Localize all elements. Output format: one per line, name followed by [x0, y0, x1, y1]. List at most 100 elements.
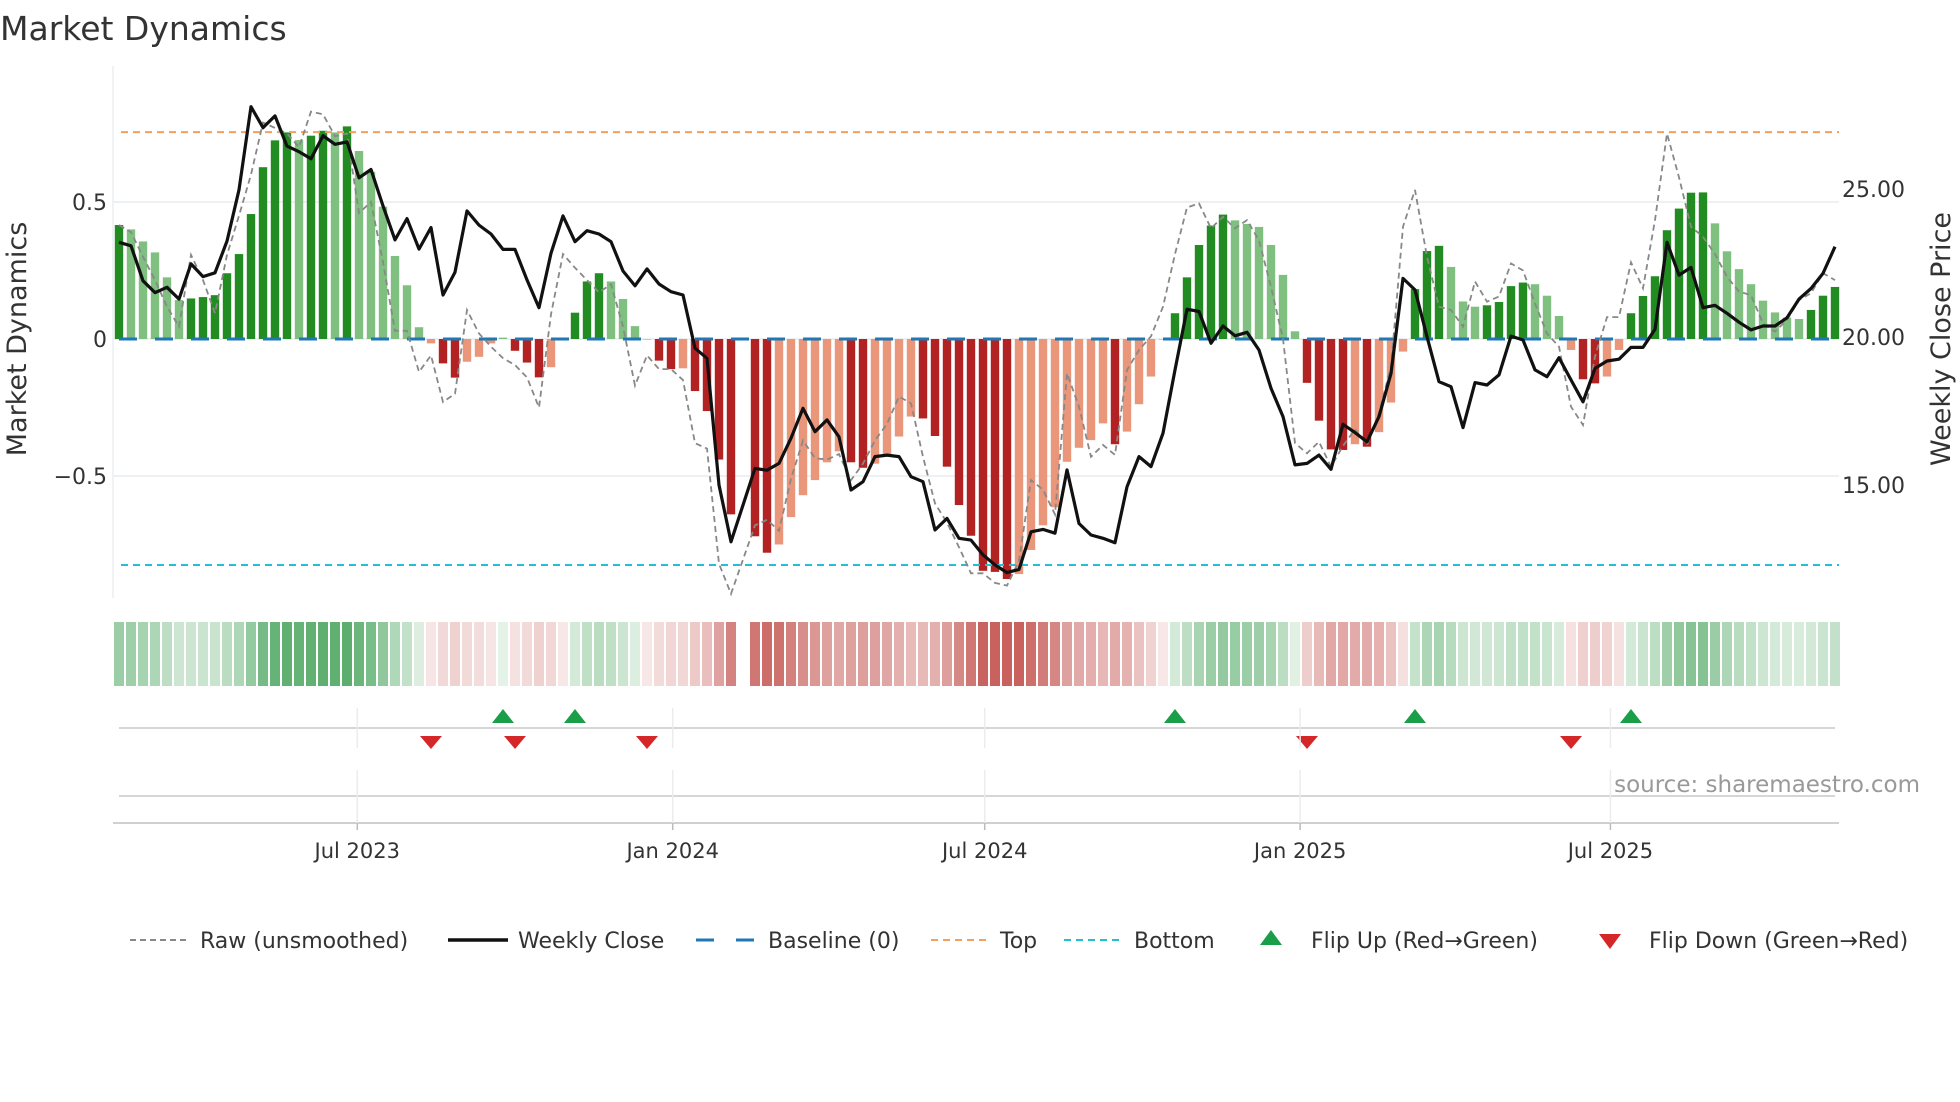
heatmap-cell: [894, 622, 904, 686]
heatmap-cell: [1254, 622, 1264, 686]
bar: [942, 339, 952, 467]
bar: [1830, 286, 1840, 339]
heatmap-cell: [1590, 622, 1600, 686]
heatmap-cell: [1398, 622, 1408, 686]
momentum-bars: [114, 126, 1840, 580]
date-tick-label: Jul 2025: [1566, 839, 1653, 863]
heatmap-cell: [342, 622, 352, 686]
heatmap-cell: [438, 622, 448, 686]
heatmap-cell: [954, 622, 964, 686]
bar: [426, 339, 436, 344]
bar: [1398, 339, 1408, 352]
heatmap-cell: [1818, 622, 1828, 686]
right-tick-label: 20.00: [1842, 326, 1905, 351]
heatmap-cell: [906, 622, 916, 686]
bar: [1074, 339, 1084, 448]
bar: [1122, 339, 1132, 432]
heatmap-cell: [606, 622, 616, 686]
bar: [306, 135, 316, 339]
heatmap-cell: [1602, 622, 1612, 686]
bar: [930, 339, 940, 436]
heatmap-cell: [1674, 622, 1684, 686]
heatmap-cell: [138, 622, 148, 686]
heatmap-cell: [1746, 622, 1756, 686]
heatmap-cell: [942, 622, 952, 686]
heatmap-cell: [1734, 622, 1744, 686]
flip-up-marker: [492, 709, 514, 723]
heatmap-cell: [1482, 622, 1492, 686]
heatmap-cell: [1158, 622, 1168, 686]
heatmap-cell: [1038, 622, 1048, 686]
bar: [1446, 266, 1456, 339]
bar: [1290, 331, 1300, 339]
bar: [966, 339, 976, 536]
heatmap-cell: [1446, 622, 1456, 686]
heatmap-cell: [1410, 622, 1420, 686]
bar: [990, 339, 1000, 572]
bar: [390, 255, 400, 339]
bar: [342, 126, 352, 339]
heatmap-cell: [1122, 622, 1132, 686]
heatmap-cell: [1614, 622, 1624, 686]
source-label: source: sharemaestro.com: [1614, 772, 1920, 798]
left-axis-label: Market Dynamics: [2, 222, 33, 457]
bar: [726, 339, 736, 515]
bar: [1458, 301, 1468, 339]
bar: [210, 295, 220, 339]
heatmap-cell: [858, 622, 868, 686]
flip-down-marker: [420, 736, 442, 749]
heatmap-cell: [1470, 622, 1480, 686]
bar: [618, 298, 628, 339]
heatmap-cell: [174, 622, 184, 686]
bar: [846, 339, 856, 463]
bar: [918, 339, 928, 419]
heatmap-cell: [162, 622, 172, 686]
flip-up-marker: [1620, 709, 1642, 723]
heatmap-cell: [354, 622, 364, 686]
bar: [1506, 286, 1516, 339]
heatmap-cell: [1518, 622, 1528, 686]
heatmap-cell: [1026, 622, 1036, 686]
bar: [1098, 339, 1108, 424]
heatmap-cell: [1710, 622, 1720, 686]
heatmap-cell: [246, 622, 256, 686]
heatmap-cell: [534, 622, 544, 686]
flip-down-marker: [1560, 736, 1582, 749]
heatmap-cell: [702, 622, 712, 686]
bar: [594, 273, 604, 339]
bar: [1794, 318, 1804, 339]
bar: [582, 281, 592, 339]
heatmap-cell: [498, 622, 508, 686]
bar: [510, 339, 520, 351]
flip-up-marker: [1404, 709, 1426, 723]
heatmap-cell: [546, 622, 556, 686]
heatmap-cell: [1530, 622, 1540, 686]
heatmap-cell: [1758, 622, 1768, 686]
bar: [1710, 223, 1720, 339]
heatmap-cell: [822, 622, 832, 686]
heatmap-cell: [930, 622, 940, 686]
bar: [462, 339, 472, 362]
bar: [666, 339, 676, 370]
bar: [366, 171, 376, 339]
heatmap-cell: [1314, 622, 1324, 686]
heatmap-cell: [678, 622, 688, 686]
heatmap-cell: [1362, 622, 1372, 686]
heatmap-cell: [918, 622, 928, 686]
heatmap-cell: [1422, 622, 1432, 686]
heatmap-cell: [462, 622, 472, 686]
heatmap-cell: [630, 622, 640, 686]
heatmap-cell: [522, 622, 532, 686]
heatmap-cell: [1794, 622, 1804, 686]
heatmap-cell: [834, 622, 844, 686]
heatmap-cell: [978, 622, 988, 686]
bar: [1326, 339, 1336, 450]
bar: [246, 214, 256, 339]
heatmap-cell: [882, 622, 892, 686]
left-axis-ticks: 0.5 0 −0.5: [54, 191, 107, 490]
bar: [378, 206, 388, 339]
bar: [1026, 339, 1036, 550]
heatmap-cell: [222, 622, 232, 686]
bar: [654, 339, 664, 361]
bar: [1734, 269, 1744, 339]
